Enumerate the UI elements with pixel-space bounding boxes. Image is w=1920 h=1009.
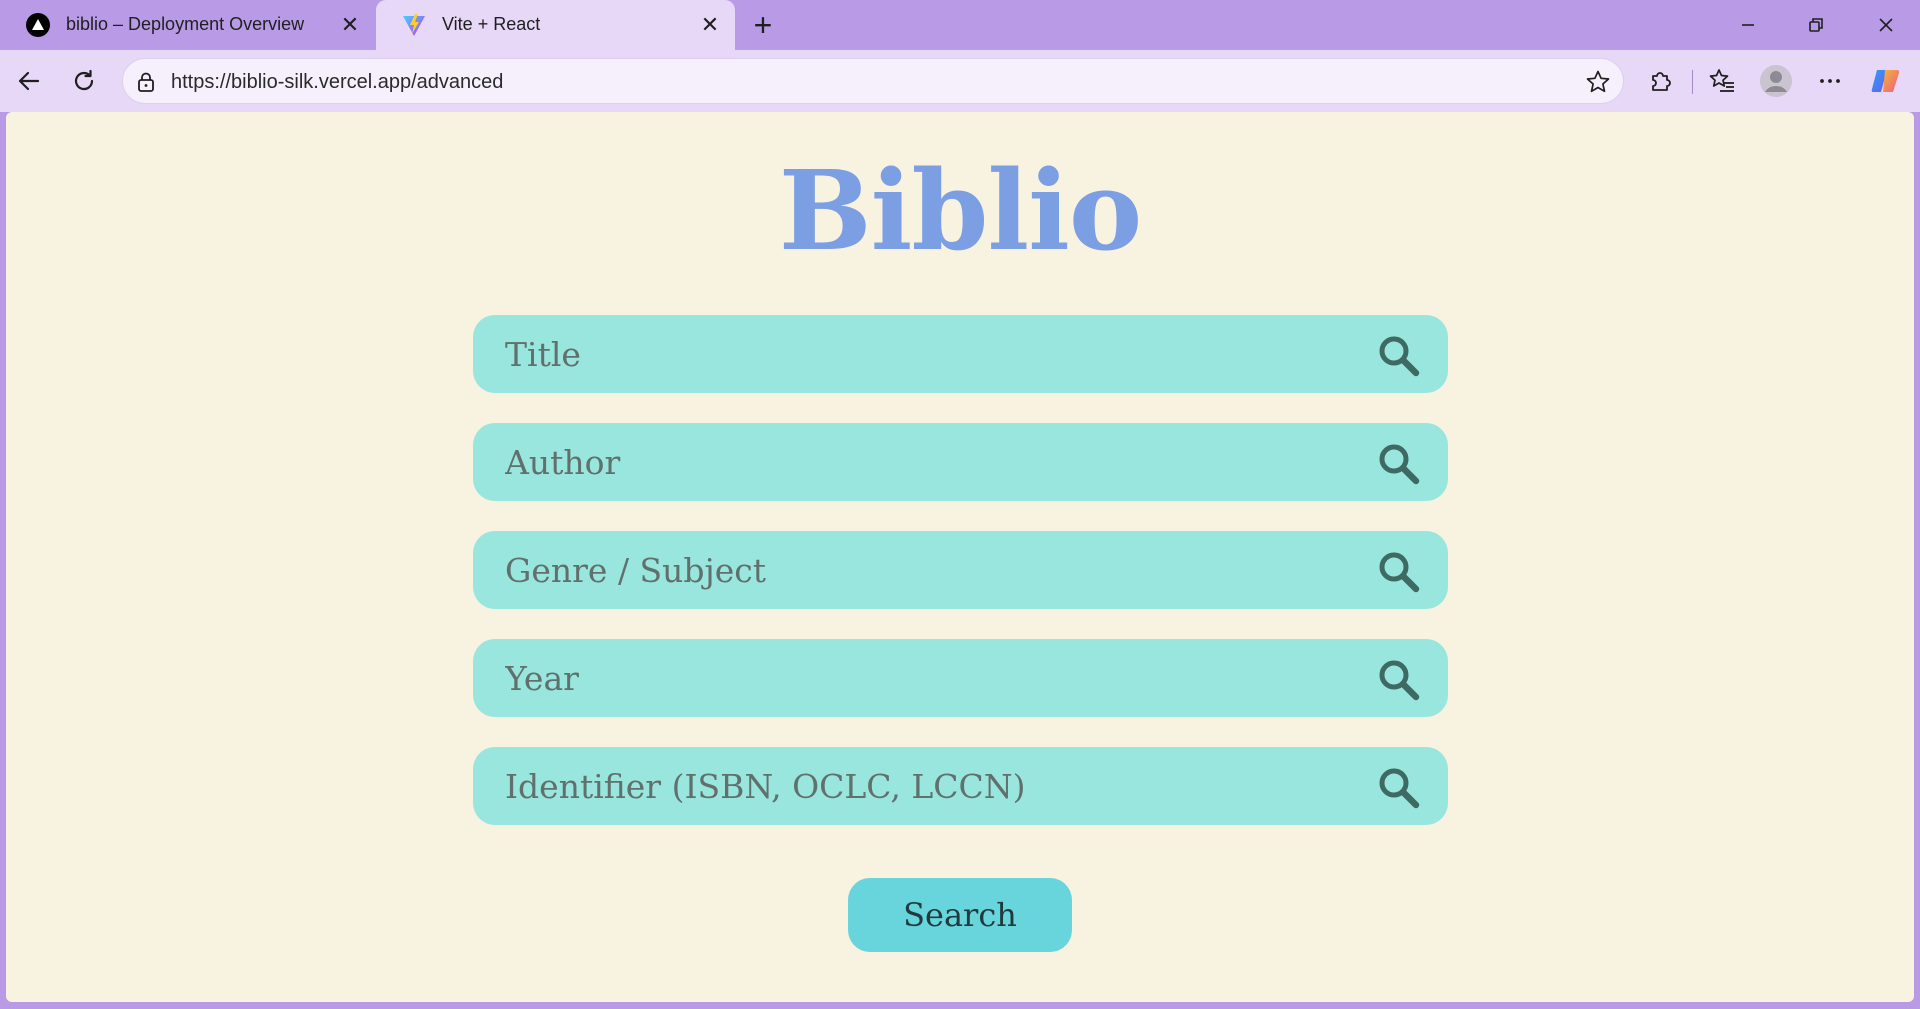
refresh-icon: [74, 69, 94, 91]
year-search-field[interactable]: [473, 639, 1448, 717]
close-icon: [1879, 18, 1893, 32]
address-bar[interactable]: https://biblio-silk.vercel.app/advanced: [122, 58, 1624, 104]
genre-subject-search-field[interactable]: [473, 531, 1448, 609]
app-logo: Biblio: [778, 146, 1143, 275]
search-icon[interactable]: [1376, 333, 1422, 379]
avatar-icon: [1760, 65, 1792, 97]
year-input[interactable]: [473, 639, 1448, 717]
browser-toolbar: https://biblio-silk.vercel.app/advanced: [0, 50, 1920, 112]
profile-button[interactable]: [1757, 62, 1795, 100]
minimize-button[interactable]: [1724, 6, 1772, 44]
favorites-list-icon: [1709, 69, 1734, 92]
restore-button[interactable]: [1792, 6, 1840, 44]
puzzle-icon: [1652, 72, 1671, 91]
url-text[interactable]: https://biblio-silk.vercel.app/advanced: [171, 71, 503, 94]
tab-title: biblio – Deployment Overview: [66, 14, 305, 34]
tab-biblio-deployment[interactable]: biblio – Deployment Overview ✕: [0, 0, 375, 50]
restore-icon: [1809, 18, 1823, 32]
author-input[interactable]: [473, 423, 1448, 501]
favorite-star-icon[interactable]: [1585, 69, 1611, 95]
close-icon[interactable]: ✕: [697, 12, 723, 38]
author-search-field[interactable]: [473, 423, 1448, 501]
search-icon[interactable]: [1376, 657, 1422, 703]
title-input[interactable]: [473, 315, 1448, 393]
close-window-button[interactable]: [1862, 6, 1910, 44]
title-search-field[interactable]: [473, 315, 1448, 393]
identifier-search-field[interactable]: [473, 747, 1448, 825]
back-arrow-icon: [18, 71, 40, 91]
identifier-input[interactable]: [473, 747, 1448, 825]
more-options-button[interactable]: [1811, 62, 1849, 100]
page-viewport: Biblio Search: [6, 112, 1914, 1002]
genre-subject-input[interactable]: [473, 531, 1448, 609]
copilot-icon: [1871, 70, 1900, 92]
more-dots-icon: [1820, 79, 1840, 83]
search-icon[interactable]: [1376, 441, 1422, 487]
back-button[interactable]: [10, 62, 48, 100]
new-tab-button[interactable]: +: [746, 7, 780, 43]
close-icon[interactable]: ✕: [337, 12, 363, 38]
vercel-icon: [26, 13, 50, 37]
search-button[interactable]: Search: [848, 878, 1072, 952]
vite-icon: [403, 14, 425, 36]
tab-title: Vite + React: [442, 14, 541, 34]
search-icon[interactable]: [1376, 765, 1422, 811]
refresh-button[interactable]: [65, 62, 103, 100]
toolbar-divider: [1692, 70, 1693, 94]
extensions-button[interactable]: [1642, 62, 1680, 100]
search-icon[interactable]: [1376, 549, 1422, 595]
tab-strip: biblio – Deployment Overview ✕ Vite + Re…: [0, 0, 1920, 50]
tab-vite-react[interactable]: Vite + React ✕: [376, 0, 735, 50]
minimize-icon: [1742, 24, 1754, 26]
copilot-button[interactable]: [1867, 62, 1905, 100]
lock-icon[interactable]: [135, 71, 157, 93]
favorites-button[interactable]: [1703, 62, 1741, 100]
